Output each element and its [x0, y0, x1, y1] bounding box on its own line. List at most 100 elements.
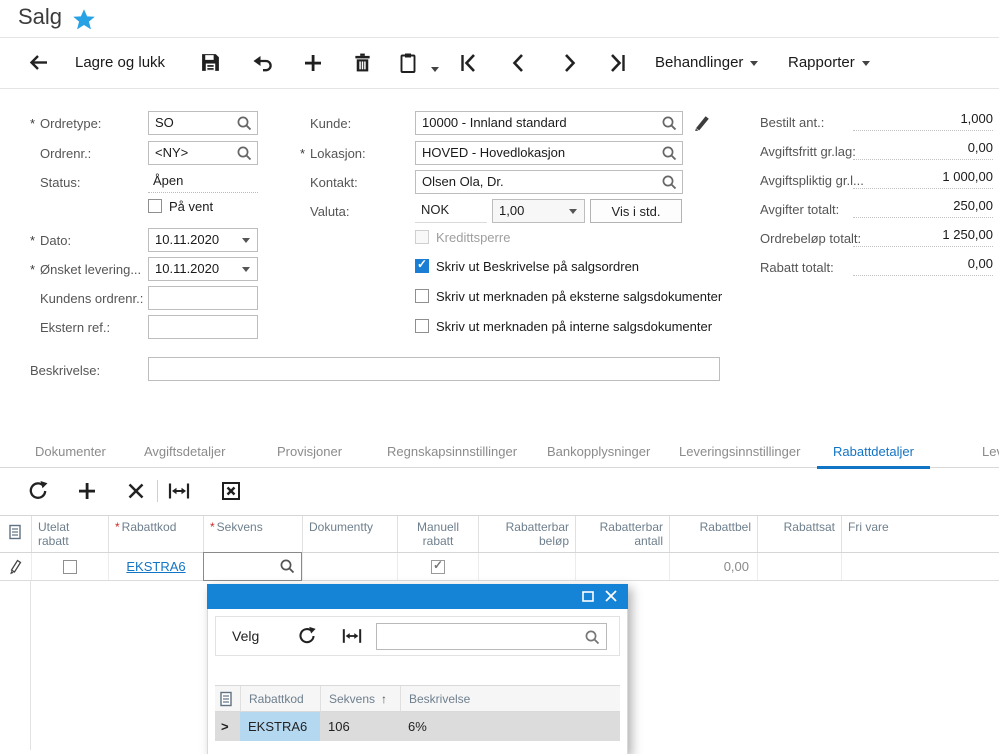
save-and-close-button[interactable]: Lagre og lukk [75, 54, 165, 71]
maximize-icon[interactable] [582, 591, 594, 602]
checkbox[interactable] [431, 560, 445, 574]
delete-row-icon[interactable] [125, 480, 147, 502]
chevron-down-icon[interactable] [242, 267, 250, 272]
onsket-levering-field[interactable]: 10.11.2020 [148, 257, 258, 281]
tab-dokumenter[interactable]: Dokumenter [19, 438, 122, 468]
checkbox[interactable] [63, 560, 77, 574]
last-record-button[interactable] [606, 52, 628, 74]
refresh-icon[interactable] [27, 480, 49, 502]
popup-sekvens-cell[interactable]: 106 [320, 712, 400, 741]
undo-icon[interactable] [252, 52, 274, 74]
chevron-down-icon[interactable] [569, 209, 577, 214]
utelat-rabatt-cell[interactable] [31, 553, 108, 580]
rabattsats-cell[interactable] [757, 553, 841, 580]
popup-col-sekvens[interactable]: Sekvens↑ [320, 686, 400, 711]
popup-col-beskrivelse[interactable]: Beskrivelse [400, 686, 622, 711]
add-row-icon[interactable] [76, 480, 98, 502]
kontakt-field[interactable]: Olsen Ola, Dr. [415, 170, 683, 194]
col-fri-vare[interactable]: Fri vare [841, 516, 999, 552]
col-rabattsats[interactable]: Rabattsat [757, 516, 841, 552]
valuta-rate-combo[interactable]: 1,00 [492, 199, 585, 223]
grid-notes-column-icon[interactable] [0, 516, 31, 552]
favorite-star-icon[interactable] [72, 8, 96, 32]
popup-notes-column-icon[interactable] [215, 686, 240, 711]
tab-bankopplysninger[interactable]: Bankopplysninger [531, 438, 666, 468]
sekvens-editor[interactable] [203, 552, 302, 581]
search-icon[interactable] [279, 558, 296, 575]
popup-search-input[interactable] [376, 623, 607, 650]
col-manuell-rabatt[interactable]: Manuell rabatt [397, 516, 478, 552]
popup-beskrivelse-cell[interactable]: 6% [400, 712, 622, 741]
save-icon[interactable] [200, 52, 222, 74]
checkbox[interactable] [148, 199, 162, 213]
kunde-field[interactable]: 10000 - Innland standard [415, 111, 683, 135]
popup-rabattkode-cell[interactable]: EKSTRA6 [240, 712, 320, 741]
beskrivelse-field[interactable] [148, 357, 720, 381]
add-icon[interactable] [302, 52, 324, 74]
lokasjon-field[interactable]: HOVED - Hovedlokasjon [415, 141, 683, 165]
checkbox[interactable] [415, 319, 429, 333]
fri-vare-cell[interactable] [841, 553, 999, 580]
edit-pencil-icon[interactable] [693, 113, 711, 131]
col-rabatterbar-antall[interactable]: Rabatterbar antall [575, 516, 669, 552]
close-icon[interactable] [604, 589, 618, 603]
checkbox[interactable] [415, 259, 429, 273]
skriv-ut-interne-checkbox[interactable]: Skriv ut merknaden på interne salgsdokum… [415, 319, 712, 338]
rabattbelop-cell[interactable]: 0,00 [669, 553, 757, 580]
tab-regnskapsinnstillinger[interactable]: Regnskapsinnstillinger [371, 438, 533, 468]
popup-col-rabattkode[interactable]: Rabattkod [240, 686, 320, 711]
col-utelat-rabatt[interactable]: Utelat rabatt [31, 516, 108, 552]
export-excel-icon[interactable] [220, 480, 242, 502]
behandlinger-menu[interactable]: Behandlinger [655, 54, 758, 71]
fit-width-icon[interactable] [167, 480, 189, 502]
search-icon[interactable] [661, 174, 678, 191]
rapporter-menu[interactable]: Rapporter [788, 54, 870, 71]
ordrenr-field[interactable]: <NY> [148, 141, 258, 165]
tab-provisjoner[interactable]: Provisjoner [261, 438, 358, 468]
clipboard-menu-caret[interactable] [424, 61, 439, 79]
col-rabattkod[interactable]: Rabattkod [108, 516, 203, 552]
first-record-button[interactable] [458, 52, 480, 74]
skriv-ut-eksterne-checkbox[interactable]: Skriv ut merknaden på eksterne salgsdoku… [415, 289, 722, 308]
back-button[interactable] [28, 52, 50, 74]
col-dokumenttype[interactable]: Dokumentty [302, 516, 397, 552]
popup-grid-row[interactable]: > EKSTRA6 106 6% [215, 712, 620, 741]
refresh-icon[interactable] [297, 626, 317, 646]
next-record-button[interactable] [558, 52, 580, 74]
popup-grid-header: Rabattkod Sekvens↑ Beskrivelse [215, 685, 620, 712]
rabatterbar-belop-cell[interactable] [478, 553, 575, 580]
skriv-ut-beskrivelse-checkbox[interactable]: Skriv ut Beskrivelse på salgsordren [415, 259, 639, 278]
search-icon[interactable] [661, 115, 678, 132]
col-rabattbelop[interactable]: Rabattbel [669, 516, 757, 552]
col-rabatterbar-belop[interactable]: Rabatterbar beløp [478, 516, 575, 552]
checkbox[interactable] [415, 289, 429, 303]
previous-record-button[interactable] [508, 52, 530, 74]
search-icon[interactable] [661, 145, 678, 162]
rabatterbar-antall-cell[interactable] [575, 553, 669, 580]
search-icon[interactable] [584, 629, 601, 646]
fit-width-icon[interactable] [341, 626, 363, 646]
rabattkod-link[interactable]: EKSTRA6 [126, 559, 185, 574]
manuell-rabatt-cell[interactable] [397, 553, 478, 580]
tab-rabattdetaljer[interactable]: Rabattdetaljer [817, 438, 930, 468]
paa-vent-checkbox[interactable]: På vent [148, 199, 213, 218]
ekstern-ref-field[interactable] [148, 315, 258, 339]
rabattkod-cell[interactable]: EKSTRA6 [108, 553, 203, 580]
col-sekvens[interactable]: Sekvens [203, 516, 302, 552]
tab-leveringsinnstillinger[interactable]: Leveringsinnstillinger [663, 438, 816, 468]
grid-row[interactable]: EKSTRA6 0,00 [0, 553, 999, 581]
vis-i-std-button[interactable]: Vis i std. [590, 199, 682, 223]
search-icon[interactable] [236, 145, 253, 162]
popup-titlebar[interactable] [207, 584, 628, 609]
kundens-ordrenr-field[interactable] [148, 286, 258, 310]
dato-field[interactable]: 10.11.2020 [148, 228, 258, 252]
clipboard-icon[interactable] [398, 52, 420, 74]
dokumenttype-cell[interactable] [302, 553, 397, 580]
delete-icon[interactable] [352, 52, 374, 74]
tab-avgiftsdetaljer[interactable]: Avgiftsdetaljer [128, 438, 241, 468]
tab-lev[interactable]: Lev [966, 438, 999, 468]
search-icon[interactable] [236, 115, 253, 132]
velg-button[interactable]: Velg [232, 628, 259, 644]
ordretype-field[interactable]: SO [148, 111, 258, 135]
chevron-down-icon[interactable] [242, 238, 250, 243]
